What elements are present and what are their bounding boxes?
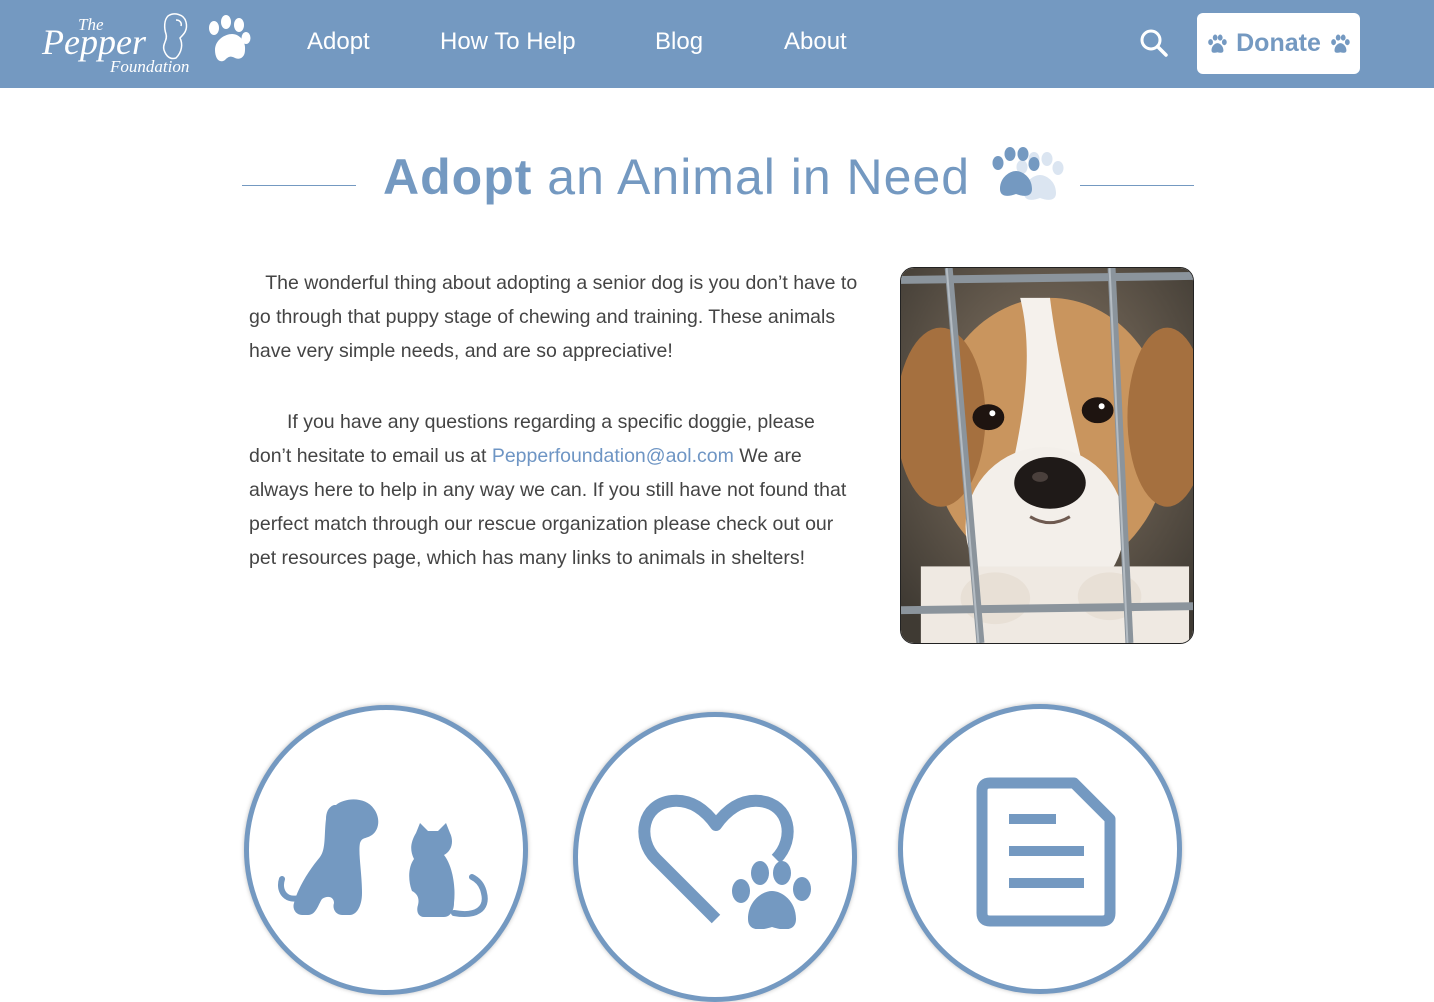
- email-link[interactable]: Pepperfoundation@aol.com: [492, 445, 734, 467]
- nav-adopt-link[interactable]: Adopt: [307, 28, 370, 56]
- paw-icon: [1331, 34, 1350, 53]
- donate-button[interactable]: Donate: [1197, 13, 1360, 74]
- paw-prints-icon: [988, 145, 1072, 203]
- top-navigation-bar: The Pepper Foundation Adopt How To Help …: [0, 0, 1434, 88]
- dog-behind-cage-photo: [900, 267, 1194, 644]
- heading-divider-left: [242, 185, 356, 186]
- page-title-rest: an Animal in Need: [532, 149, 971, 205]
- heart-paw-icon: [638, 794, 811, 929]
- page-title: Adopt an Animal in Need: [383, 148, 970, 206]
- nav-how-to-help-link[interactable]: How To Help: [440, 28, 576, 56]
- application-form-circle[interactable]: [898, 704, 1182, 994]
- donate-label: Donate: [1236, 29, 1321, 57]
- search-icon[interactable]: [1139, 28, 1169, 58]
- dog-and-cat-icon: [278, 799, 488, 917]
- intro-paragraph: The wonderful thing about adopting a sen…: [249, 266, 859, 368]
- logo-artwork: The Pepper Foundation: [41, 13, 251, 76]
- page-title-bold: Adopt: [383, 149, 533, 205]
- intro-paragraph-text: The wonderful thing about adopting a sen…: [249, 272, 858, 362]
- svg-text:Foundation: Foundation: [109, 57, 189, 76]
- document-icon: [976, 777, 1116, 927]
- nav-blog-link[interactable]: Blog: [655, 28, 703, 56]
- paw-icon: [1208, 34, 1227, 53]
- contact-paragraph: If you have any questions regarding a sp…: [249, 405, 859, 575]
- donate-love-circle[interactable]: [573, 712, 857, 1002]
- nav-about-link[interactable]: About: [784, 28, 847, 56]
- adoption-info-text: The wonderful thing about adopting a sen…: [249, 266, 859, 575]
- adopt-pets-circle[interactable]: [244, 705, 528, 995]
- heading-divider-right: [1080, 185, 1194, 186]
- svg-text:Pepper: Pepper: [41, 22, 147, 62]
- pepper-foundation-logo[interactable]: The Pepper Foundation: [40, 8, 255, 80]
